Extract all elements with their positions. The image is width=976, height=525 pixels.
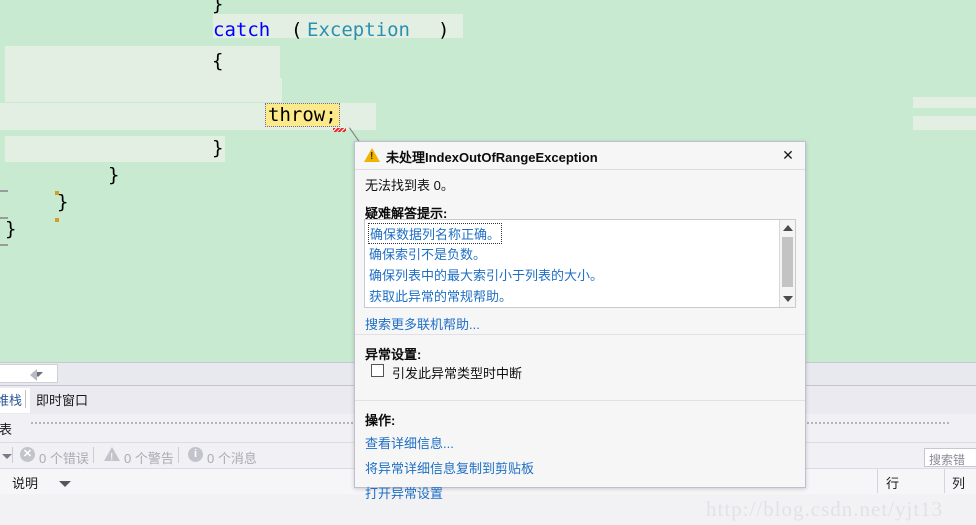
- search-input[interactable]: 搜索错: [924, 448, 976, 467]
- close-icon[interactable]: ✕: [779, 146, 797, 164]
- search-more-online-help-link[interactable]: 搜索更多联机帮助...: [365, 314, 480, 333]
- break-on-exception-label: 引发此异常类型时中断: [392, 366, 523, 381]
- code-token: }: [212, 0, 224, 15]
- column-header-line[interactable]: 行: [886, 473, 899, 492]
- column-separator[interactable]: [944, 469, 945, 493]
- code-token-exception: Exception: [307, 19, 410, 41]
- exception-helper-dialog: 未处理IndexOutOfRangeException ✕ 无法找到表 0。 疑…: [354, 141, 806, 501]
- watermark: http://blog.csdn.net/yjt13: [706, 497, 944, 521]
- open-exception-settings-link[interactable]: 打开异常设置: [365, 483, 443, 502]
- editor-band: [913, 116, 976, 130]
- warning-count-label[interactable]: 0 个警告: [124, 448, 174, 467]
- tab-immediate-window[interactable]: 即时窗口: [28, 388, 96, 413]
- search-placeholder: 搜索错: [929, 453, 966, 467]
- scroll-up-icon[interactable]: [783, 225, 793, 231]
- copy-details-link[interactable]: 将异常详细信息复制到剪贴板: [365, 458, 534, 477]
- code-token-paren-close: ): [438, 19, 450, 41]
- sort-caret-icon[interactable]: [59, 481, 71, 487]
- editor-band: [352, 103, 376, 130]
- info-icon: i: [188, 447, 203, 462]
- exception-message: 无法找到表 0。: [365, 178, 454, 193]
- view-details-link[interactable]: 查看详细信息...: [365, 433, 454, 452]
- column-header-column[interactable]: 列: [952, 473, 965, 492]
- scope-dropdown[interactable]: [0, 364, 58, 383]
- tip-link[interactable]: 获取此异常的常规帮助。: [369, 286, 512, 305]
- scroll-down-icon[interactable]: [783, 296, 793, 302]
- throw-statement-highlight[interactable]: throw;: [265, 103, 340, 127]
- tip-link[interactable]: 确保列表中的最大索引小于列表的大小。: [369, 265, 603, 284]
- divider: [355, 334, 805, 335]
- separator: [12, 447, 13, 463]
- troubleshooting-tips-list[interactable]: 确保数据列名称正确。 确保索引不是负数。 确保列表中的最大索引小于列表的大小。 …: [364, 219, 796, 308]
- scroll-annotation-mark: [55, 191, 59, 195]
- message-count-label[interactable]: 0 个消息: [207, 448, 257, 467]
- separator: [93, 447, 94, 463]
- nav-back-icon[interactable]: [30, 369, 37, 381]
- gutter-mark: [0, 217, 8, 219]
- tip-link[interactable]: 确保索引不是负数。: [369, 244, 486, 263]
- code-token-brace-close: }: [5, 218, 17, 240]
- gutter-mark: [0, 244, 8, 246]
- error-list-label: 列表: [0, 422, 13, 437]
- code-token-brace-close: }: [108, 164, 120, 186]
- tip-link[interactable]: 确保数据列名称正确。: [368, 223, 503, 244]
- tab-separator: [25, 390, 26, 408]
- editor-band: [5, 136, 225, 162]
- gutter-mark: [0, 190, 8, 192]
- editor-band: [5, 46, 280, 78]
- actions-title: 操作:: [365, 413, 396, 428]
- scrollbar-thumb[interactable]: [782, 237, 793, 287]
- vs-debugger-screen: } catch ( Exception ) { } } } } throw; 堆…: [0, 0, 976, 525]
- editor-band: [913, 97, 976, 108]
- code-token-brace-open: {: [212, 50, 224, 72]
- error-icon: ✕: [20, 447, 35, 462]
- exception-settings-title: 异常设置:: [365, 347, 422, 362]
- dialog-title: 未处理IndexOutOfRangeException: [386, 150, 598, 165]
- code-token-catch: catch: [213, 19, 271, 41]
- tips-scrollbar[interactable]: [779, 220, 795, 307]
- column-header-description[interactable]: 说明: [12, 473, 38, 492]
- scroll-annotation-mark: [55, 218, 59, 222]
- chevron-down-icon[interactable]: [2, 454, 12, 459]
- warning-triangle-icon: [364, 148, 380, 162]
- error-count-label[interactable]: 0 个错误: [39, 448, 89, 467]
- column-separator[interactable]: [877, 469, 878, 493]
- warning-icon: !: [104, 447, 120, 463]
- code-token-paren-open: (: [291, 19, 303, 41]
- divider: [355, 400, 805, 401]
- code-token-brace-close: }: [212, 137, 224, 159]
- editor-band: [5, 78, 282, 102]
- break-on-exception-checkbox[interactable]: [371, 364, 384, 377]
- separator: [178, 447, 179, 463]
- error-squiggle: [333, 128, 346, 132]
